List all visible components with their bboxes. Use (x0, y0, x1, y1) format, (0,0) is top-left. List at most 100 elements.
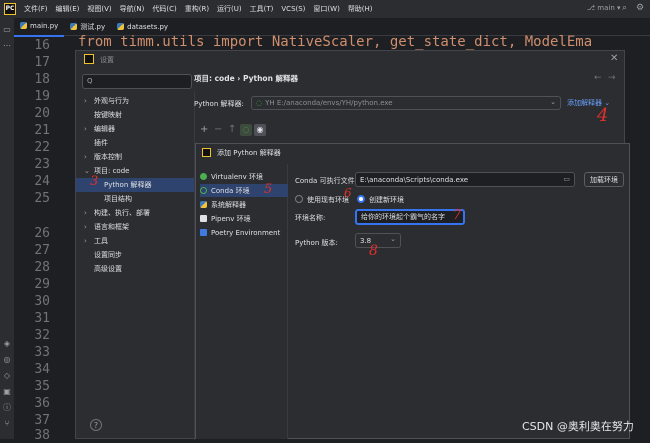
menu-edit[interactable]: 编辑(E) (56, 4, 80, 14)
line-number: 20 (34, 106, 50, 121)
problems-icon[interactable]: ⓘ (2, 404, 12, 412)
tree-item-editor[interactable]: › 编辑器 (76, 122, 196, 136)
env-name-value: 给你的环境起个霸气的名字 (361, 213, 445, 221)
services-icon[interactable]: ◇ (2, 372, 12, 380)
forward-arrow-icon[interactable]: → (608, 73, 616, 83)
settings-search-input[interactable]: Q (82, 74, 192, 89)
line-number: 35 (34, 379, 50, 394)
line-number: 21 (34, 123, 50, 138)
python-file-icon (20, 22, 27, 29)
chevron-right-icon: › (84, 97, 87, 105)
help-icon[interactable]: ? (90, 419, 102, 431)
annotation-7: 7 (453, 208, 462, 223)
conda-exe-input[interactable]: E:\anaconda\Scripts\conda.exe ▭ (355, 172, 575, 187)
interpreter-select[interactable]: ◌ YH E:/anaconda/envs/YH/python.exe ⌄ (251, 96, 561, 110)
breadcrumb: 项目: code › Python 解释器 (194, 74, 299, 83)
tree-item-label: 工具 (94, 237, 108, 245)
line-number: 23 (34, 157, 50, 172)
annotation-3: 3 (90, 174, 99, 189)
conda-exe-label: Conda 可执行文件: (295, 177, 357, 185)
watermark: CSDN @奥利奥在努力 (522, 420, 634, 433)
env-label: Conda 环境 (211, 186, 250, 195)
python-version-select[interactable]: 3.8 ⌄ (355, 233, 401, 248)
remove-package-icon[interactable]: − (214, 124, 222, 135)
line-number: 16 (34, 38, 50, 53)
menu-navigate[interactable]: 导航(N) (120, 4, 145, 14)
tree-item-advanced[interactable]: 高级设置 (76, 262, 196, 276)
load-environments-button[interactable]: 加载环境 (584, 172, 624, 187)
line-number: 33 (34, 345, 50, 360)
close-icon[interactable]: ✕ (610, 53, 618, 64)
chevron-down-icon: ⌄ (390, 235, 396, 243)
tab-main-py[interactable]: main.py (14, 17, 65, 37)
tree-item-project-structure[interactable]: 项目结构 (76, 192, 196, 206)
add-package-icon[interactable]: + (200, 124, 208, 135)
menu-vcs[interactable]: VCS(S) (281, 5, 305, 13)
chevron-right-icon: › (84, 237, 87, 245)
tree-item-label: 项目结构 (104, 195, 132, 203)
annotation-6: 6 (344, 186, 352, 200)
add-interpreter-dialog: 添加 Python 解释器 Virtualenv 环境 Conda 环境 系统解… (195, 143, 630, 439)
env-virtualenv[interactable]: Virtualenv 环境 (200, 170, 288, 183)
back-arrow-icon[interactable]: ← (594, 73, 602, 83)
settings-title: 设置 (100, 56, 114, 64)
project-folder-icon[interactable]: ▭ (2, 26, 12, 34)
tree-item-vcs[interactable]: › 版本控制 (76, 150, 196, 164)
python-file-icon (70, 23, 78, 30)
branch-name: main (597, 4, 615, 12)
tree-item-appearance[interactable]: › 外观与行为 (76, 94, 196, 108)
python-console-icon[interactable]: ◎ (2, 356, 12, 364)
line-number: 19 (34, 89, 50, 104)
menu-view[interactable]: 视图(V) (87, 4, 111, 14)
tree-item-settings-sync[interactable]: 设置同步 (76, 248, 196, 262)
menu-file[interactable]: 文件(F) (24, 4, 48, 14)
tree-item-label: 插件 (94, 139, 108, 147)
line-number: 26 (34, 226, 50, 241)
code-line[interactable]: from timm.utils import NativeScaler, get… (78, 34, 592, 50)
menu-code[interactable]: 代码(C) (152, 4, 176, 14)
dialog-title: 添加 Python 解释器 (217, 149, 281, 157)
tree-item-plugins[interactable]: 插件 (76, 136, 196, 150)
terminal-icon[interactable]: ▣ (2, 388, 12, 396)
menu-refactor[interactable]: 重构(R) (185, 4, 209, 14)
menu-tools[interactable]: 工具(T) (250, 4, 274, 14)
tree-item-tools[interactable]: › 工具 (76, 234, 196, 248)
line-number: 29 (34, 277, 50, 292)
conda-toggle-icon[interactable]: ◌ (240, 124, 252, 136)
branch-widget[interactable]: ⎇ main ▾ (587, 4, 621, 12)
structure-icon[interactable]: ⋯ (2, 42, 12, 50)
env-label: Virtualenv 环境 (211, 172, 263, 181)
env-system[interactable]: 系统解释器 (200, 198, 288, 211)
tree-item-build[interactable]: › 构建、执行、部署 (76, 206, 196, 220)
python-packages-icon[interactable]: ◈ (2, 340, 12, 348)
git-icon[interactable]: ⑂ (2, 420, 12, 428)
menu-help[interactable]: 帮助(H) (348, 4, 373, 14)
menu-run[interactable]: 运行(U) (217, 4, 242, 14)
radio-create-new[interactable] (357, 195, 365, 203)
line-number: 17 (34, 55, 50, 70)
tree-item-label: 按键映射 (94, 111, 122, 119)
interpreter-label: Python 解释器: (194, 100, 244, 108)
tree-item-languages[interactable]: › 语言和框架 (76, 220, 196, 234)
tree-item-label: 项目: code (94, 167, 130, 175)
env-poetry[interactable]: Poetry Environment (200, 226, 288, 239)
tab-datasets-py[interactable]: datasets.py (111, 18, 174, 36)
settings-title-bar: 设置 ✕ (76, 51, 624, 69)
env-name-input[interactable]: 给你的环境起个霸气的名字 (355, 209, 465, 225)
settings-gear-icon[interactable]: ⚙ (636, 3, 644, 13)
browse-folder-icon[interactable]: ▭ (563, 175, 570, 183)
tree-item-label: 构建、执行、部署 (94, 209, 150, 217)
show-early-releases-icon[interactable]: ◉ (254, 124, 266, 136)
env-pipenv[interactable]: Pipenv 环境 (200, 212, 288, 225)
left-tool-strip: ▭ ⋯ ◈ ◎ ◇ ▣ ⓘ ⑂ (0, 18, 14, 439)
env-conda[interactable]: Conda 环境 (200, 184, 288, 197)
tab-label: main.py (30, 21, 59, 30)
tab-test-py[interactable]: 测试.py (64, 18, 111, 36)
upgrade-package-icon[interactable]: ↑ (228, 124, 236, 135)
menu-window[interactable]: 窗口(W) (313, 4, 339, 14)
tree-item-keymap[interactable]: 按键映射 (76, 108, 196, 122)
radio-use-existing[interactable] (295, 195, 303, 203)
line-number: 32 (34, 328, 50, 343)
search-everywhere-icon[interactable]: ⌕ (622, 3, 627, 13)
chevron-right-icon: › (84, 223, 87, 231)
